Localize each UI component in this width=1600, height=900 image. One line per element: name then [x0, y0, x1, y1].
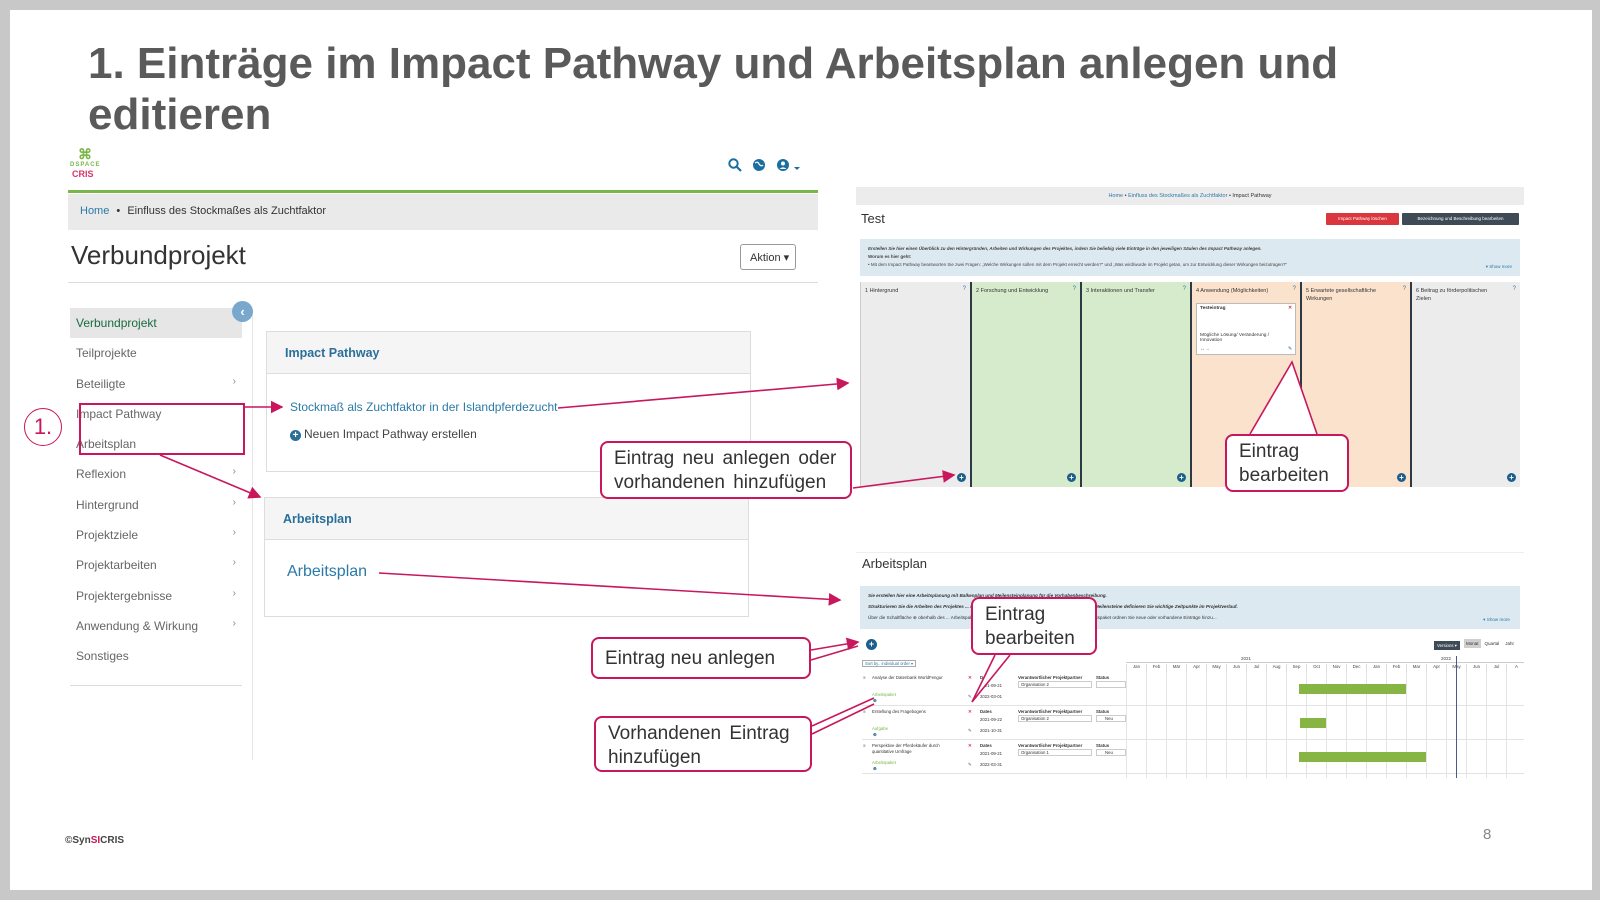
- callout-pointer-ap: [971, 654, 1011, 703]
- copyright-prefix: ©Syn: [65, 835, 91, 846]
- callout-bearbeiten-ap: Eintrag bearbeiten: [971, 597, 1097, 655]
- page-number: 8: [1483, 826, 1492, 843]
- callout-vorhandenen: Vorhandenen Eintrag hinzufügen: [594, 716, 812, 772]
- callout-bearbeiten-ip: Eintrag bearbeiten: [1225, 434, 1349, 492]
- slide: 1. Einträge im Impact Pathway und Arbeit…: [10, 10, 1592, 890]
- arrow-to-ap-screen: [378, 572, 842, 606]
- arrow-to-ap-add-2: [811, 703, 875, 735]
- callout-neu-anlegen-oder: Eintrag neu anlegen oder vorhandenen hin…: [600, 441, 852, 499]
- arrow-to-ip-plus: [852, 470, 956, 489]
- copyright-si: SI: [90, 835, 101, 846]
- callout-neu-anlegen: Eintrag neu anlegen: [591, 637, 811, 679]
- arrow-to-arbeitsplan-panel: [159, 454, 262, 499]
- callout-pointer-ip: [1249, 360, 1318, 435]
- arrow-to-ap-add-1: [811, 697, 875, 727]
- copyright-suffix: CRIS: [100, 835, 125, 846]
- copyright: ©SynSICRIS: [65, 835, 124, 846]
- arrow-to-ip-screen: [557, 377, 850, 409]
